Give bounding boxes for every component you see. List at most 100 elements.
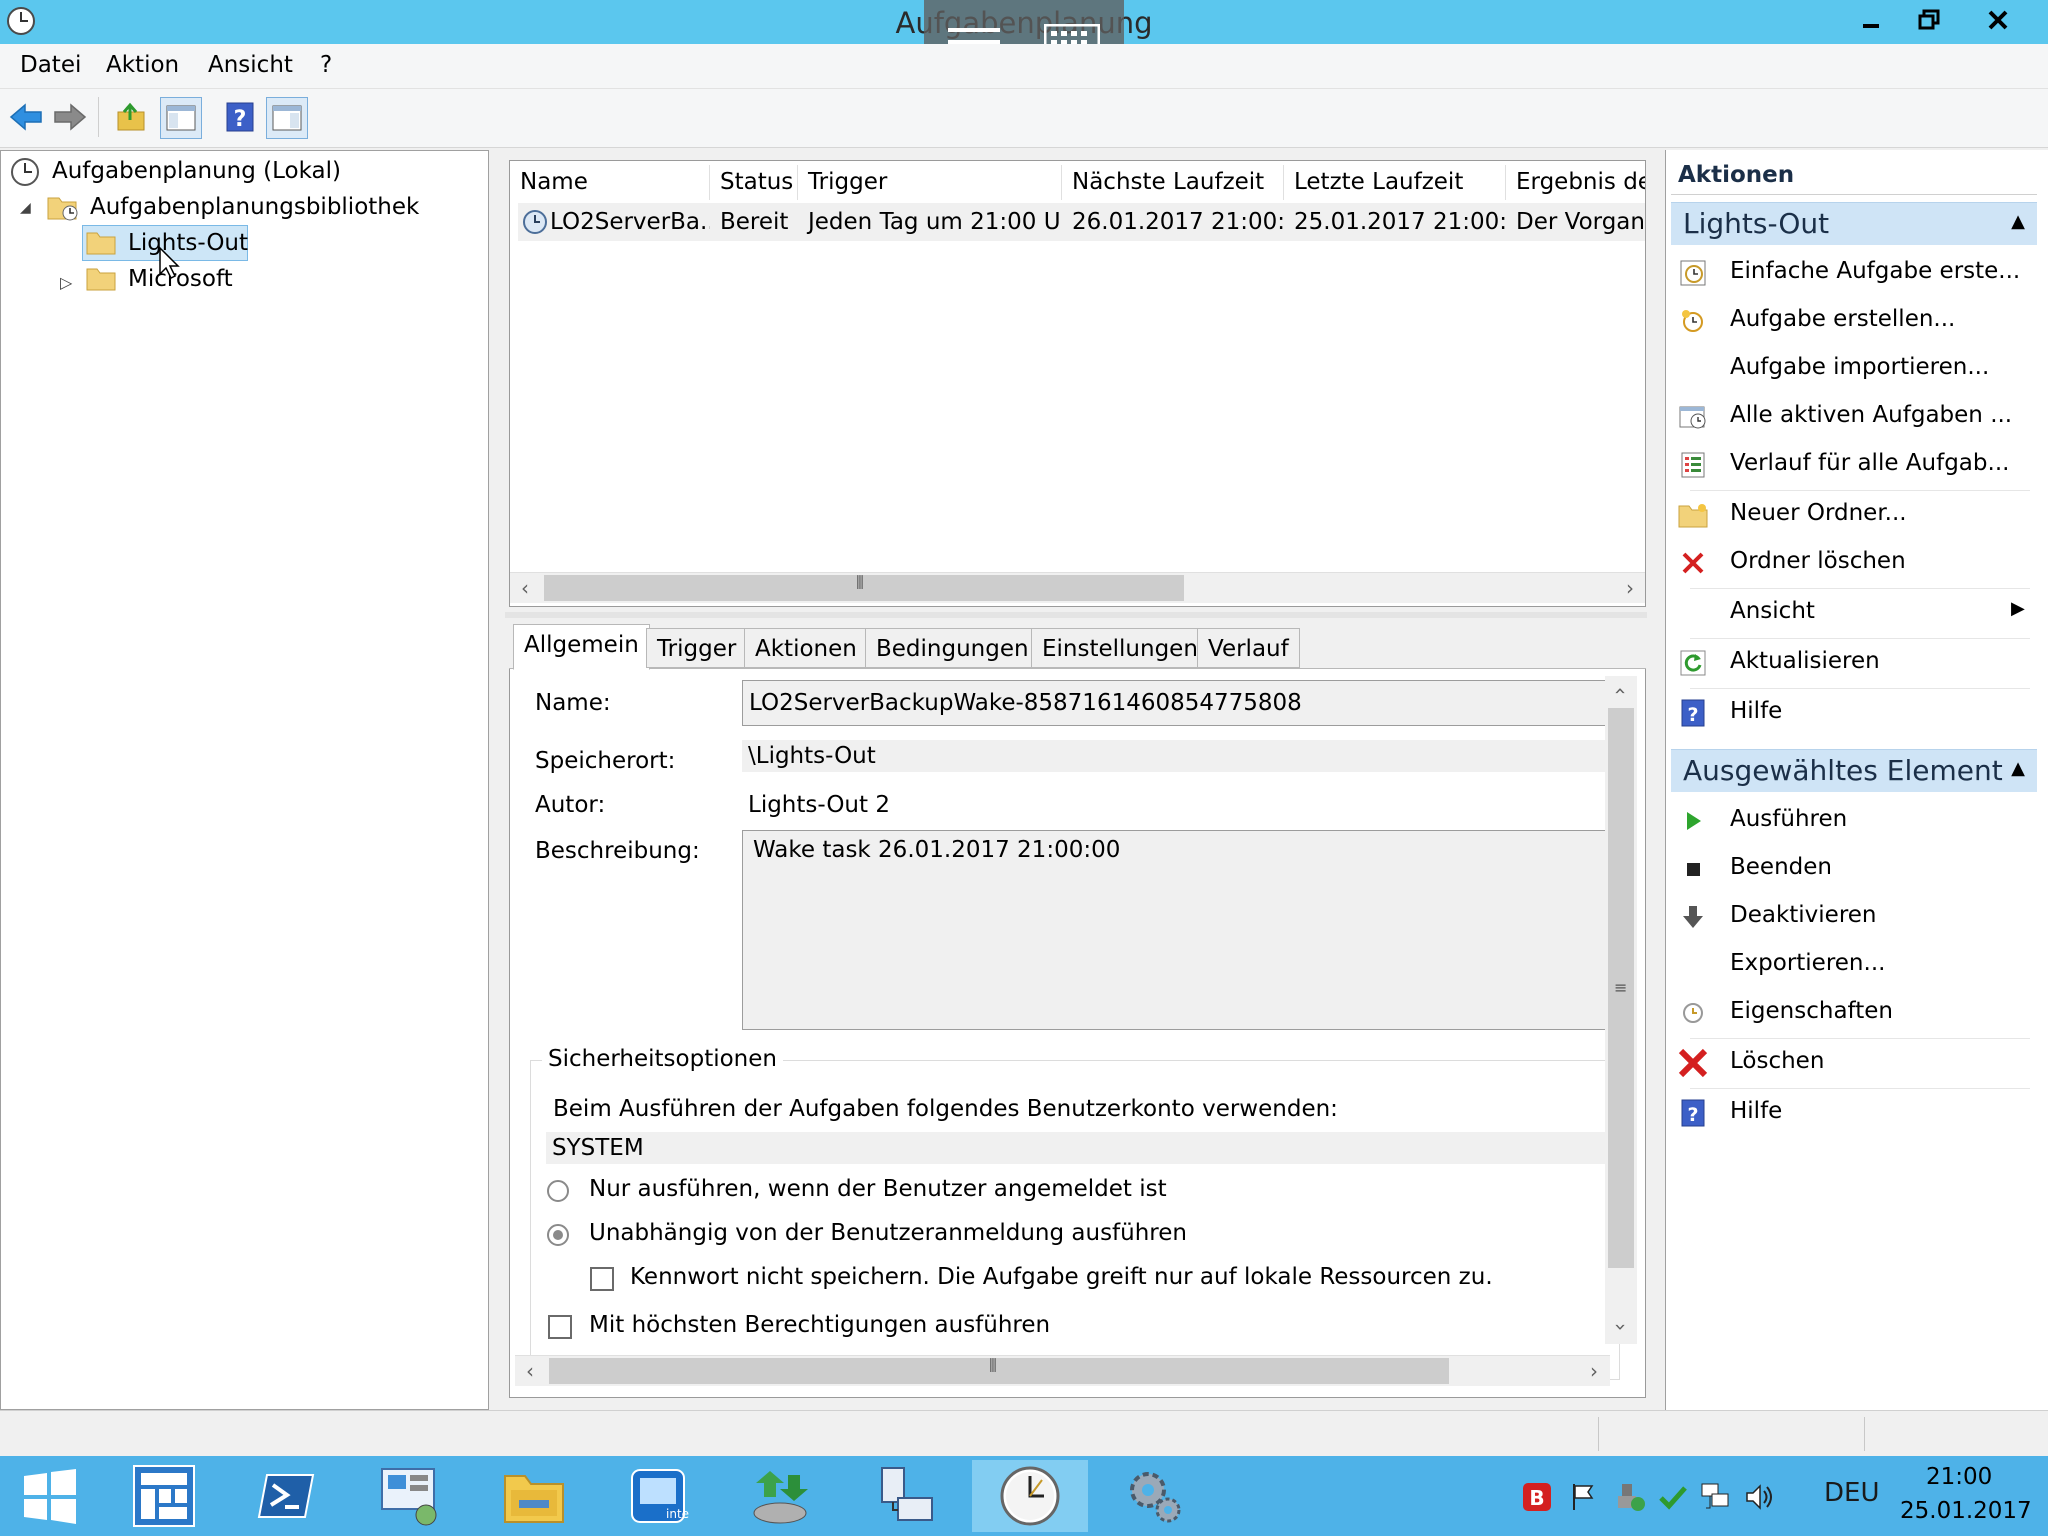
scrollbar-thumb[interactable]: ⦀ bbox=[549, 1356, 1449, 1384]
action-delete-folder[interactable]: Ordner löschen bbox=[1671, 542, 2037, 582]
checkbox-do-not-store-password-label: Kennwort nicht speichern. Die Aufgabe gr… bbox=[630, 1264, 1493, 1290]
action-disable[interactable]: Deaktivieren bbox=[1671, 896, 2037, 936]
task-scheduler-taskbar-icon[interactable] bbox=[972, 1460, 1088, 1532]
tree-item-microsoft[interactable]: Microsoft bbox=[128, 266, 233, 292]
column-header-trigger[interactable]: Trigger bbox=[798, 165, 1062, 200]
action-create-task[interactable]: Aufgabe erstellen... bbox=[1671, 300, 2037, 340]
tab-aktionen[interactable]: Aktionen bbox=[744, 628, 868, 668]
show-hide-console-tree-icon[interactable] bbox=[160, 97, 202, 139]
column-header-last-run[interactable]: Letzte Laufzeit bbox=[1284, 165, 1506, 200]
action-create-basic-task[interactable]: Einfache Aufgabe erste... bbox=[1671, 252, 2037, 292]
submenu-arrow-icon: ▶ bbox=[2011, 598, 2025, 619]
help-icon[interactable]: ? bbox=[220, 97, 260, 137]
action-properties[interactable]: Eigenschaften bbox=[1671, 992, 2037, 1032]
column-header-name[interactable]: Name bbox=[510, 165, 710, 200]
close-button[interactable] bbox=[1960, 0, 2036, 40]
security-app-icon[interactable]: B bbox=[1522, 1482, 1552, 1512]
collapse-triangle-icon[interactable]: ◢ bbox=[20, 200, 31, 216]
usb-device-icon[interactable] bbox=[1614, 1482, 1646, 1512]
action-all-running-tasks[interactable]: Alle aktiven Aufgaben ... bbox=[1671, 396, 2037, 436]
scroll-right-icon[interactable]: › bbox=[1579, 1356, 1609, 1386]
scroll-down-icon[interactable]: › bbox=[1606, 1311, 1636, 1343]
sync-drive-icon[interactable] bbox=[732, 1460, 832, 1532]
language-indicator[interactable]: DEU bbox=[1824, 1478, 1879, 1508]
menu-ansicht[interactable]: Ansicht bbox=[208, 52, 293, 78]
radio-run-independent-label: Unabhängig von der Benutzeranmeldung aus… bbox=[589, 1220, 1187, 1246]
start-windows-icon[interactable] bbox=[0, 1460, 100, 1532]
back-arrow-icon[interactable] bbox=[6, 97, 46, 137]
collapse-up-icon[interactable]: ▲ bbox=[2011, 758, 2025, 779]
file-explorer-icon[interactable] bbox=[484, 1460, 584, 1532]
detail-horizontal-scrollbar[interactable]: ‹ ⦀ › bbox=[515, 1355, 1610, 1386]
action-history-all-tasks[interactable]: Verlauf für alle Aufgab... bbox=[1671, 444, 2037, 484]
detail-vertical-scrollbar[interactable]: ‹ ≡ › bbox=[1605, 676, 1637, 1344]
network-icon[interactable] bbox=[1700, 1482, 1732, 1512]
collapse-up-icon[interactable]: ▲ bbox=[2011, 211, 2025, 232]
section-lights-out[interactable]: Lights-Out ▲ bbox=[1671, 202, 2037, 245]
pane-splitter[interactable] bbox=[505, 612, 1647, 618]
action-import-task[interactable]: Aufgabe importieren... bbox=[1671, 348, 2037, 388]
settings-gears-icon[interactable] bbox=[1104, 1460, 1204, 1532]
scroll-left-icon[interactable]: ‹ bbox=[510, 573, 540, 603]
checkbox-highest-privileges[interactable] bbox=[548, 1315, 572, 1339]
tree-item-library[interactable]: Aufgabenplanungsbibliothek bbox=[90, 194, 419, 220]
section-selected-item[interactable]: Ausgewähltes Element ▲ bbox=[1671, 749, 2037, 792]
action-delete[interactable]: Löschen bbox=[1671, 1042, 2037, 1082]
tab-verlauf[interactable]: Verlauf bbox=[1197, 628, 1300, 668]
network-server-icon[interactable] bbox=[856, 1460, 956, 1532]
tree-item-root[interactable]: Aufgabenplanung (Lokal) bbox=[52, 158, 341, 184]
volume-icon[interactable] bbox=[1744, 1482, 1776, 1512]
checkbox-do-not-store-password[interactable] bbox=[590, 1267, 614, 1291]
menu-aktion[interactable]: Aktion bbox=[106, 52, 179, 78]
action-help-selected[interactable]: ? Hilfe bbox=[1671, 1092, 2037, 1132]
clock-time[interactable]: 21:00 bbox=[1926, 1464, 1992, 1490]
separator bbox=[1690, 638, 2030, 639]
menu-datei[interactable]: Datei bbox=[20, 52, 81, 78]
action-center-check-icon[interactable] bbox=[1658, 1482, 1688, 1512]
tab-trigger[interactable]: Trigger bbox=[646, 628, 748, 668]
cell-task-status: Bereit bbox=[720, 209, 789, 235]
radio-only-when-logged-on[interactable] bbox=[547, 1180, 569, 1202]
basic-task-wizard-icon bbox=[1677, 258, 1709, 288]
forward-arrow-icon[interactable] bbox=[50, 97, 90, 137]
show-hide-action-pane-icon[interactable] bbox=[266, 97, 308, 139]
column-header-status[interactable]: Status bbox=[710, 165, 798, 200]
action-run[interactable]: Ausführen bbox=[1671, 800, 2037, 840]
action-new-folder[interactable]: Neuer Ordner... bbox=[1671, 494, 2037, 534]
action-help[interactable]: ? Hilfe bbox=[1671, 692, 2037, 732]
action-refresh[interactable]: Aktualisieren bbox=[1671, 642, 2037, 682]
intel-driver-icon[interactable]: intel bbox=[608, 1460, 708, 1532]
action-view[interactable]: Ansicht ▶ bbox=[1671, 592, 2037, 632]
task-list: Name Status Trigger Nächste Laufzeit Let… bbox=[509, 160, 1646, 607]
description-field[interactable]: Wake task 26.01.2017 21:00:00 bbox=[742, 830, 1616, 1030]
restore-button[interactable] bbox=[1901, 0, 1957, 40]
task-list-horizontal-scrollbar[interactable]: ‹ ⦀ › bbox=[510, 572, 1645, 603]
name-field[interactable]: LO2ServerBackupWake-8587161460854775808 bbox=[742, 680, 1616, 726]
clock-date[interactable]: 25.01.2017 bbox=[1900, 1498, 2032, 1524]
minimize-button[interactable] bbox=[1843, 0, 1899, 40]
tab-einstellungen[interactable]: Einstellungen bbox=[1031, 628, 1209, 668]
flag-icon[interactable] bbox=[1570, 1482, 1598, 1512]
scrollbar-thumb[interactable]: ⦀ bbox=[544, 573, 1184, 601]
column-header-result[interactable]: Ergebnis de bbox=[1506, 165, 1645, 200]
powershell-icon[interactable] bbox=[236, 1460, 336, 1532]
action-export[interactable]: Exportieren... bbox=[1671, 944, 2037, 984]
tab-bedingungen[interactable]: Bedingungen bbox=[865, 628, 1040, 668]
label-name: Name: bbox=[535, 690, 611, 716]
server-manager-tiles-icon[interactable] bbox=[114, 1460, 214, 1532]
scrollbar-thumb[interactable]: ≡ bbox=[1608, 708, 1634, 1268]
control-panel-icon[interactable] bbox=[360, 1460, 460, 1532]
scroll-right-icon[interactable]: › bbox=[1615, 573, 1645, 603]
expand-triangle-icon[interactable]: ▷ bbox=[60, 273, 72, 292]
tab-allgemein[interactable]: Allgemein bbox=[513, 624, 650, 670]
action-end[interactable]: Beenden bbox=[1671, 848, 2037, 888]
scroll-left-icon[interactable]: ‹ bbox=[515, 1356, 545, 1386]
column-header-next-run[interactable]: Nächste Laufzeit bbox=[1062, 165, 1284, 200]
menu-help[interactable]: ? bbox=[320, 52, 332, 78]
up-folder-icon[interactable] bbox=[112, 97, 152, 137]
svg-text:intel: intel bbox=[666, 1507, 690, 1521]
scroll-up-icon[interactable]: ‹ bbox=[1606, 675, 1636, 707]
status-divider bbox=[1598, 1417, 1599, 1451]
tree-item-lights-out[interactable]: Lights-Out bbox=[128, 230, 248, 256]
radio-run-independent[interactable] bbox=[547, 1224, 569, 1246]
